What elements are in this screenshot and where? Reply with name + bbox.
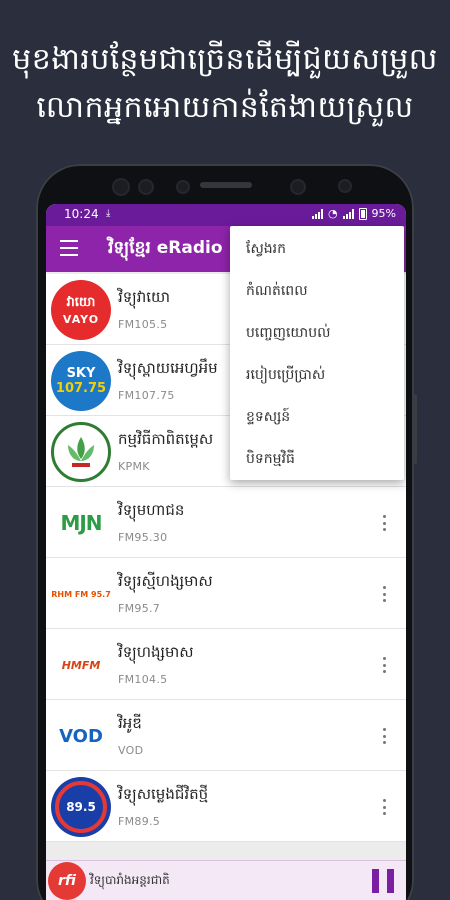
menu-item-how-to-use[interactable]: របៀបប្រើប្រាស់ xyxy=(230,354,404,396)
station-name: កម្មវិធីកាពិតម្ពេស xyxy=(118,430,214,448)
station-logo: MJN xyxy=(51,493,111,553)
menu-item-schedule[interactable]: កំណត់ពេល xyxy=(230,270,404,312)
station-logo: SKY 107.75 xyxy=(51,351,111,411)
logo-text: VAYO xyxy=(62,313,100,326)
sensor-icon xyxy=(340,181,350,191)
menu-item-close-app[interactable]: បិទកម្មវិធី xyxy=(230,438,404,480)
logo-text: MJN xyxy=(60,511,102,535)
battery-icon xyxy=(358,207,367,220)
station-frequency: KPMK xyxy=(118,460,150,473)
more-options-icon[interactable] xyxy=(374,584,394,604)
pause-icon[interactable] xyxy=(372,869,394,893)
station-row[interactable]: MJN វិទ្យុមហាជន FM95.30 xyxy=(46,487,406,558)
station-logo: HMFM xyxy=(51,635,111,695)
logo-text: VOD xyxy=(59,725,103,747)
menu-item-tv[interactable]: ខ្ទទស្សន៍ xyxy=(230,396,404,438)
station-row[interactable]: VOD វិអូឌី VOD xyxy=(46,700,406,771)
station-name: វិទ្យុស្ពាយអេហ្វអឹម xyxy=(118,359,218,377)
station-name: វិទ្យុមហាជន xyxy=(118,501,185,519)
battery-percent: 95% xyxy=(371,207,396,220)
more-options-icon[interactable] xyxy=(374,655,394,675)
more-options-icon[interactable] xyxy=(374,797,394,817)
phone-top-bezel xyxy=(36,164,414,208)
signal-icon xyxy=(342,208,354,219)
station-name: វិទ្យុរស្មីហង្សមាស xyxy=(118,572,213,590)
lotus-icon xyxy=(68,437,94,467)
signal-icon xyxy=(311,208,323,219)
sensor-icon xyxy=(178,182,188,192)
sensor-icon xyxy=(140,181,152,193)
phone-side-button xyxy=(413,394,417,464)
download-icon: ⤓ xyxy=(106,208,111,219)
player-station-logo: rfi xyxy=(48,862,86,900)
station-logo: វាយោ VAYO xyxy=(51,280,111,340)
station-logo xyxy=(51,422,111,482)
logo-text: 107.75 xyxy=(55,381,107,396)
station-frequency: FM95.7 xyxy=(118,602,161,615)
menu-icon[interactable] xyxy=(60,240,78,256)
logo-text: វាយោ xyxy=(66,295,96,310)
station-frequency: FM107.75 xyxy=(118,389,175,402)
logo-ring: 89.5 xyxy=(55,781,107,833)
station-row[interactable]: HMFM វិទ្យុហង្សមាស FM104.5 xyxy=(46,629,406,700)
station-logo: RHM FM 95.7 xyxy=(51,564,111,624)
more-options-icon[interactable] xyxy=(374,513,394,533)
station-row[interactable]: RHM FM 95.7 វិទ្យុរស្មីហង្សមាស FM95.7 xyxy=(46,558,406,629)
earpiece-speaker xyxy=(200,182,252,188)
station-logo: VOD xyxy=(51,706,111,766)
station-name: វិទ្យុហង្សមាស xyxy=(118,643,194,661)
station-frequency: FM105.5 xyxy=(118,318,168,331)
status-indicators: ◔ 95% xyxy=(311,207,396,220)
logo-text: HMFM xyxy=(61,658,101,672)
mini-player[interactable]: rfi វិទ្យុបារាំងអន្តរជាតិ xyxy=(46,860,406,900)
menu-item-feedback[interactable]: បញ្ចេញយោបល់ xyxy=(230,312,404,354)
promo-line-2: លោកអ្នកអោយកាន់តែងាយស្រួល xyxy=(36,90,414,125)
station-frequency: VOD xyxy=(118,744,144,757)
station-name: វិអូឌី xyxy=(118,714,142,732)
station-logo: 89.5 xyxy=(51,777,111,837)
menu-item-search[interactable]: ស្វែងរក xyxy=(230,228,404,270)
status-time: 10:24 xyxy=(64,207,99,221)
promo-line-1: មុខងារបន្ថែមជាច្រើនដើម្បីជួយសម្រួល xyxy=(12,42,438,77)
status-bar: 10:24 ⤓ ◔ 95% xyxy=(46,204,406,226)
station-frequency: FM89.5 xyxy=(118,815,161,828)
more-options-icon[interactable] xyxy=(374,726,394,746)
logo-text: 89.5 xyxy=(66,800,96,814)
overflow-menu: ស្វែងរក កំណត់ពេល បញ្ចេញយោបល់ របៀបប្រើប្រ… xyxy=(230,226,404,480)
station-name: វិទ្យុសម្លេងជីវិតថ្មី xyxy=(118,785,209,803)
logo-text: SKY xyxy=(66,366,96,381)
app-title: វិទ្យុខ្មែរ eRadio xyxy=(108,238,223,258)
station-row[interactable]: 89.5 វិទ្យុសម្លេងជីវិតថ្មី FM89.5 xyxy=(46,771,406,842)
player-station-title: វិទ្យុបារាំងអន្តរជាតិ xyxy=(90,873,170,887)
logo-text: RHM FM 95.7 xyxy=(51,589,111,599)
station-frequency: FM95.30 xyxy=(118,531,168,544)
front-camera-icon xyxy=(292,181,304,193)
sensor-icon xyxy=(114,180,128,194)
wifi-icon: ◔ xyxy=(327,207,338,220)
promo-heading: មុខងារបន្ថែមជាច្រើនដើម្បីជួយសម្រួល លោកអ្… xyxy=(0,36,450,132)
station-frequency: FM104.5 xyxy=(118,673,168,686)
station-name: វិទ្យុវាយោ xyxy=(118,288,171,306)
